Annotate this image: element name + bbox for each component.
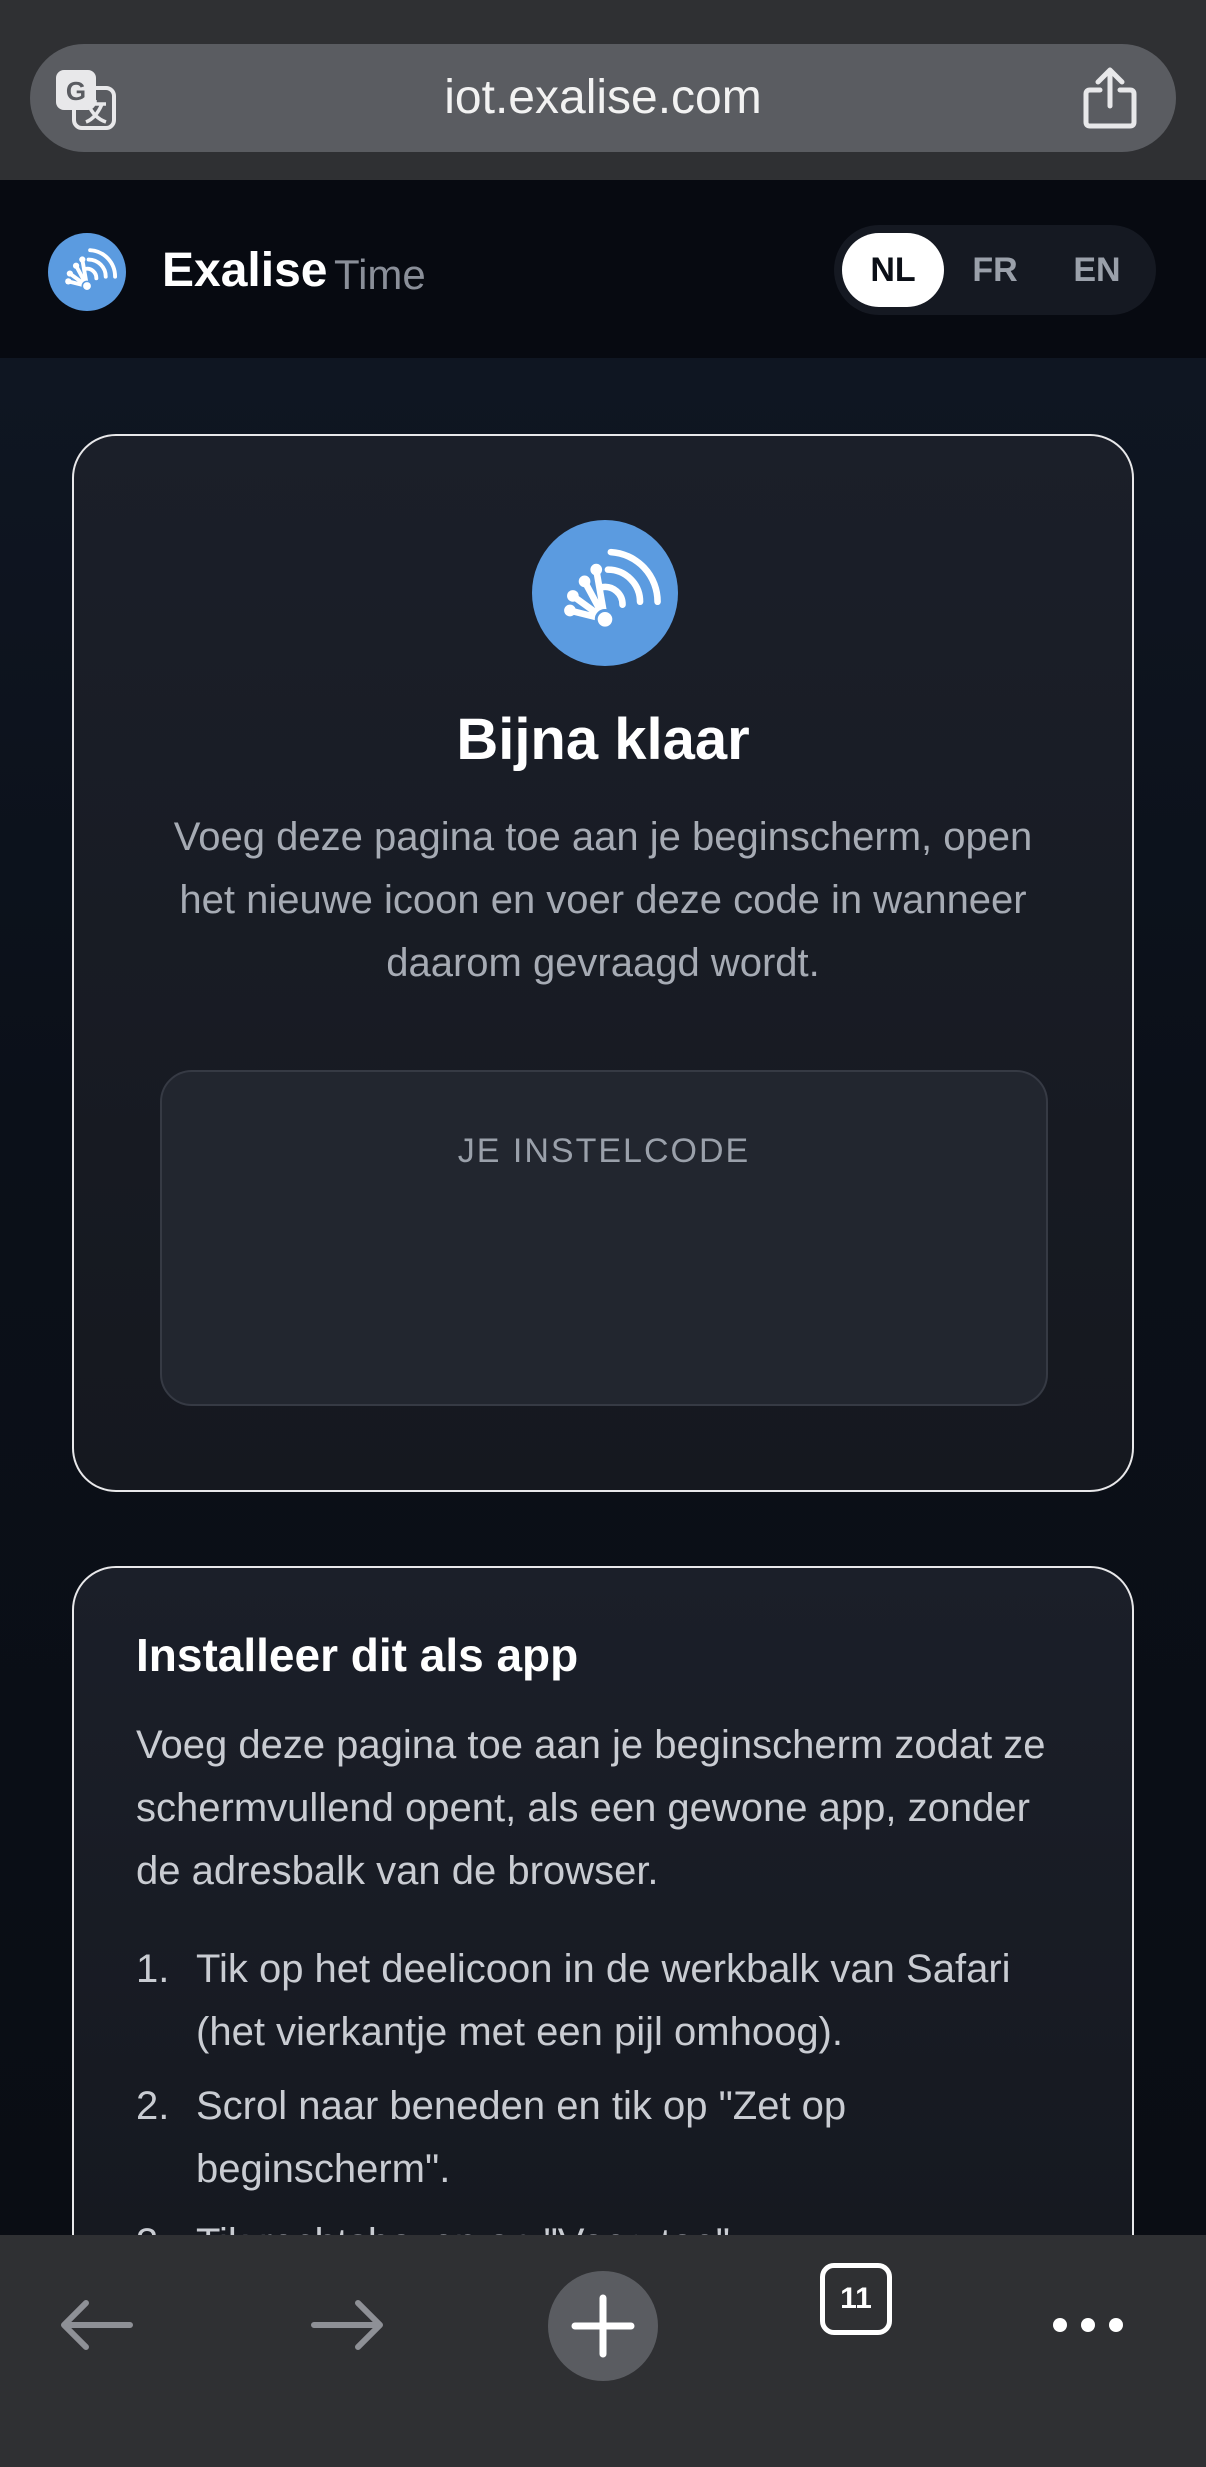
- setup-instructions: Voeg deze pagina toe aan je beginscherm,…: [173, 815, 1033, 985]
- back-icon[interactable]: [56, 2297, 136, 2353]
- install-steps: 1. Tik op het deelicoon in de werkbalk v…: [136, 1938, 1076, 2286]
- main-content[interactable]: Bijna klaar Voeg deze pagina toe aan je …: [0, 358, 1206, 2326]
- install-step: 1. Tik op het deelicoon in de werkbalk v…: [136, 1938, 1076, 2064]
- language-fr-button[interactable]: FR: [944, 233, 1046, 307]
- url-text[interactable]: iot.exalise.com: [30, 44, 1176, 152]
- forward-icon[interactable]: [308, 2297, 388, 2353]
- language-en-button[interactable]: EN: [1046, 233, 1148, 307]
- language-nl-button[interactable]: NL: [842, 233, 944, 307]
- install-step-number: 2.: [136, 2084, 170, 2128]
- setup-title: Bijna klaar: [456, 707, 750, 772]
- setup-code-box[interactable]: JE INSTELCODE: [160, 1070, 1048, 1406]
- install-description: Voeg deze pagina toe aan je beginscherm …: [136, 1723, 1046, 1893]
- new-tab-icon: [571, 2294, 635, 2358]
- language-switcher: NL FR EN: [834, 225, 1156, 315]
- exalise-logo-icon[interactable]: [48, 233, 126, 311]
- brand-suffix: Time: [334, 251, 426, 298]
- app-header: Exalise Time NL FR EN: [0, 180, 1206, 358]
- install-title: Installeer dit als app: [136, 1629, 579, 1681]
- install-card: Installeer dit als app Voeg deze pagina …: [72, 1566, 1134, 2326]
- setup-code-label: JE INSTELCODE: [457, 1132, 751, 1170]
- exalise-logo-icon-large: [532, 520, 678, 666]
- install-step-text: Tik op het deelicoon in de werkbalk van …: [196, 1947, 1011, 2054]
- brand-name: Exalise: [162, 244, 328, 297]
- more-icon[interactable]: [1050, 2297, 1126, 2353]
- setup-card: Bijna klaar Voeg deze pagina toe aan je …: [72, 434, 1134, 1492]
- browser-top-bar: G iot.exalise.com: [0, 0, 1206, 180]
- share-icon[interactable]: [1080, 66, 1140, 130]
- browser-toolbar: 11: [0, 2235, 1206, 2467]
- screen: G iot.exalise.com Exalise Time NL FR EN …: [0, 0, 1206, 2467]
- install-step-number: 1.: [136, 1947, 170, 1991]
- install-step: 2. Scrol naar beneden en tik op "Zet op …: [136, 2075, 1076, 2201]
- tabs-button[interactable]: 11: [820, 2263, 892, 2335]
- install-step-text: Scrol naar beneden en tik op "Zet op beg…: [196, 2084, 847, 2191]
- address-bar[interactable]: G iot.exalise.com: [30, 44, 1176, 152]
- new-tab-button[interactable]: [548, 2271, 658, 2381]
